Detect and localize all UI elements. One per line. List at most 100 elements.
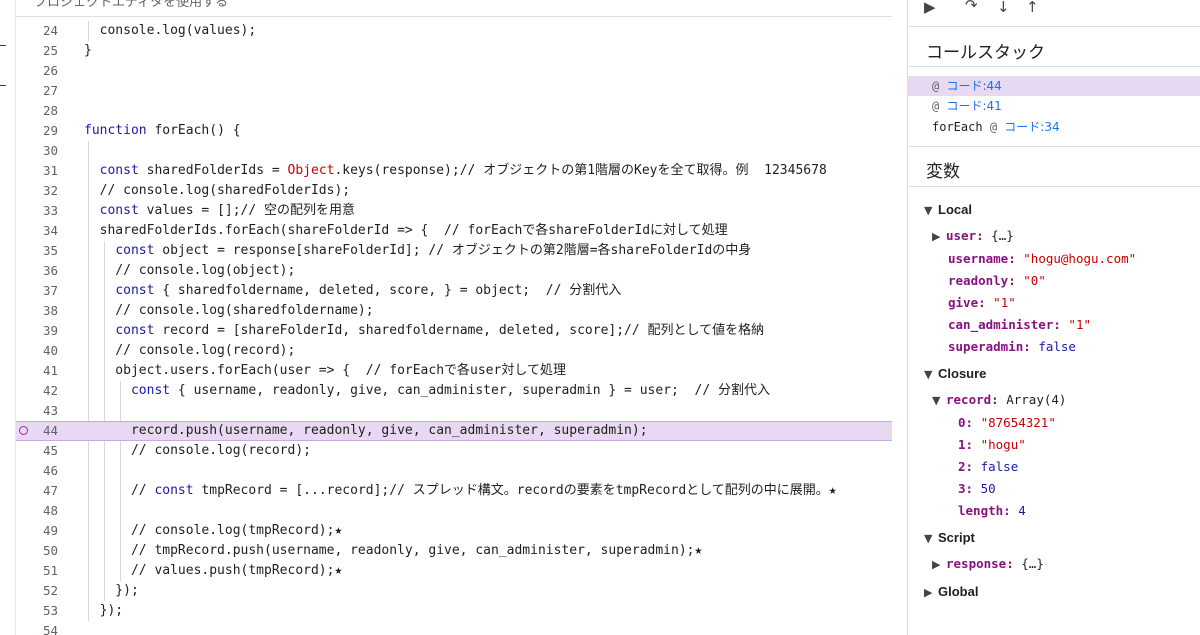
code-line[interactable]: 50 // tmpRecord.push(username, readonly,… <box>16 541 892 561</box>
line-number[interactable]: 26 <box>16 61 58 81</box>
code-editor[interactable]: プロジェクトエディタを使用する 24 console.log(values); 2… <box>16 0 892 635</box>
callstack-title: コールスタック <box>926 43 1045 63</box>
var-can-administer: can_administer: "1" <box>948 317 1091 332</box>
frame-link[interactable]: コード:34 <box>1004 120 1059 134</box>
line-code: const record = [shareFolderId, sharedfol… <box>115 323 765 338</box>
var-record-1: 1: "hogu" <box>958 437 1026 452</box>
code-line[interactable]: 24 console.log(values); <box>16 21 892 41</box>
code-line[interactable]: 31 const sharedFolderIds = Object.keys(r… <box>16 161 892 181</box>
chevron-down-icon: ▼ <box>924 532 933 545</box>
code-line[interactable]: 33 const values = [];// 空の配列を用意 <box>16 201 892 221</box>
callstack-frame[interactable]: forEach @ コード:34 <box>908 117 1200 137</box>
line-number[interactable]: 54 <box>16 621 58 635</box>
var-response[interactable]: ▶ response: {…} <box>932 553 1044 575</box>
line-number[interactable]: 27 <box>16 81 58 101</box>
code-line[interactable]: 44 record.push(username, readonly, give,… <box>16 421 892 441</box>
editor-topbar: プロジェクトエディタを使用する <box>16 0 892 17</box>
line-number[interactable]: 50 <box>16 541 58 561</box>
code-line[interactable]: 32 // console.log(sharedFolderIds); <box>16 181 892 201</box>
var-user[interactable]: ▶ user: {…} <box>932 225 1014 247</box>
line-number[interactable]: 48 <box>16 501 58 521</box>
debugger-panel: ▶ ↷ ↓ ↑ コールスタック @ コード:44 @ コード:41 forEac… <box>907 0 1200 635</box>
code-line[interactable]: 36 // console.log(object); <box>16 261 892 281</box>
frame-link[interactable]: コード:41 <box>946 99 1001 113</box>
code-line[interactable]: 37 const { sharedfoldername, deleted, sc… <box>16 281 892 301</box>
code-line[interactable]: 51 // values.push(tmpRecord);★ <box>16 561 892 581</box>
line-code: record.push(username, readonly, give, ca… <box>84 423 648 438</box>
code-line[interactable]: 54 <box>16 621 892 635</box>
code-line[interactable]: 41 object.users.forEach(user => { // for… <box>16 361 892 381</box>
code-line[interactable]: 40 // console.log(record); <box>16 341 892 361</box>
code-line[interactable]: 30 <box>16 141 892 161</box>
code-line[interactable]: 43 <box>16 401 892 421</box>
line-number[interactable]: 37 <box>16 281 58 301</box>
var-username: username: "hogu@hogu.com" <box>948 251 1137 266</box>
line-number[interactable]: 44 <box>16 422 58 440</box>
code-line[interactable]: 34 sharedFolderIds.forEach(shareFolderId… <box>16 221 892 241</box>
code-line[interactable]: 26 <box>16 61 892 81</box>
code-line[interactable]: 25} <box>16 41 892 61</box>
line-number[interactable]: 43 <box>16 401 58 421</box>
code-line[interactable]: 42 const { username, readonly, give, can… <box>16 381 892 401</box>
scope-closure[interactable]: ▼ Closure <box>924 363 986 385</box>
line-number[interactable]: 36 <box>16 261 58 281</box>
line-number[interactable]: 51 <box>16 561 58 581</box>
code-line[interactable]: 39 const record = [shareFolderId, shared… <box>16 321 892 341</box>
line-number[interactable]: 31 <box>16 161 58 181</box>
line-number[interactable]: 35 <box>16 241 58 261</box>
code-line[interactable]: 45 // console.log(record); <box>16 441 892 461</box>
line-number[interactable]: 32 <box>16 181 58 201</box>
line-number[interactable]: 52 <box>16 581 58 601</box>
scope-global[interactable]: ▶ Global <box>924 581 978 603</box>
step-into-button[interactable]: ↓ <box>997 0 1010 18</box>
callstack-frame[interactable]: @ コード:44 <box>908 76 1200 96</box>
divider <box>908 186 1200 187</box>
step-out-button[interactable]: ↑ <box>1026 0 1039 18</box>
line-number[interactable]: 46 <box>16 461 58 481</box>
resume-icon: ▶ <box>924 0 936 16</box>
code-line[interactable]: 53 }); <box>16 601 892 621</box>
resume-button[interactable]: ▶ <box>924 0 936 18</box>
line-number[interactable]: 38 <box>16 301 58 321</box>
line-number[interactable]: 41 <box>16 361 58 381</box>
frame-link[interactable]: コード:44 <box>946 79 1001 93</box>
code-line[interactable]: 49 // console.log(tmpRecord);★ <box>16 521 892 541</box>
line-code: // const tmpRecord = [...record];// スプレッ… <box>84 483 837 498</box>
divider <box>908 66 1200 67</box>
var-record[interactable]: ▼ record: Array(4) <box>932 389 1066 411</box>
line-number[interactable]: 47 <box>16 481 58 501</box>
callstack-frame[interactable]: @ コード:41 <box>908 96 1200 116</box>
line-number[interactable]: 33 <box>16 201 58 221</box>
line-number[interactable]: 28 <box>16 101 58 121</box>
code-line[interactable]: 38 // console.log(sharedfoldername); <box>16 301 892 321</box>
line-code: console.log(values); <box>84 23 257 38</box>
line-number[interactable]: 34 <box>16 221 58 241</box>
line-number[interactable]: 29 <box>16 121 58 141</box>
code-line[interactable]: 28 <box>16 101 892 121</box>
line-number[interactable]: 25 <box>16 41 58 61</box>
scope-local[interactable]: ▼ Local <box>924 199 972 221</box>
code-line[interactable]: 35 const object = response[shareFolderId… <box>16 241 892 261</box>
rail-mark <box>0 45 6 46</box>
line-number[interactable]: 42 <box>16 381 58 401</box>
var-give: give: "1" <box>948 295 1016 310</box>
var-record-length: length: 4 <box>958 503 1026 518</box>
line-number[interactable]: 30 <box>16 141 58 161</box>
step-over-button[interactable]: ↷ <box>965 0 978 16</box>
code-line[interactable]: 52 }); <box>16 581 892 601</box>
line-number[interactable]: 39 <box>16 321 58 341</box>
line-number[interactable]: 45 <box>16 441 58 461</box>
scope-script[interactable]: ▼ Script <box>924 527 975 549</box>
code-line[interactable]: 48 <box>16 501 892 521</box>
code-line[interactable]: 27 <box>16 81 892 101</box>
code-line[interactable]: 29 function forEach() { <box>16 121 892 141</box>
frame-function: forEach <box>932 120 983 134</box>
chevron-down-icon: ▼ <box>932 394 941 407</box>
line-number[interactable]: 53 <box>16 601 58 621</box>
code-line[interactable]: 46 <box>16 461 892 481</box>
line-number[interactable]: 24 <box>16 21 58 41</box>
line-number[interactable]: 49 <box>16 521 58 541</box>
code-line[interactable]: 47 // const tmpRecord = [...record];// ス… <box>16 481 892 501</box>
line-code: // console.log(record); <box>84 343 296 358</box>
line-number[interactable]: 40 <box>16 341 58 361</box>
